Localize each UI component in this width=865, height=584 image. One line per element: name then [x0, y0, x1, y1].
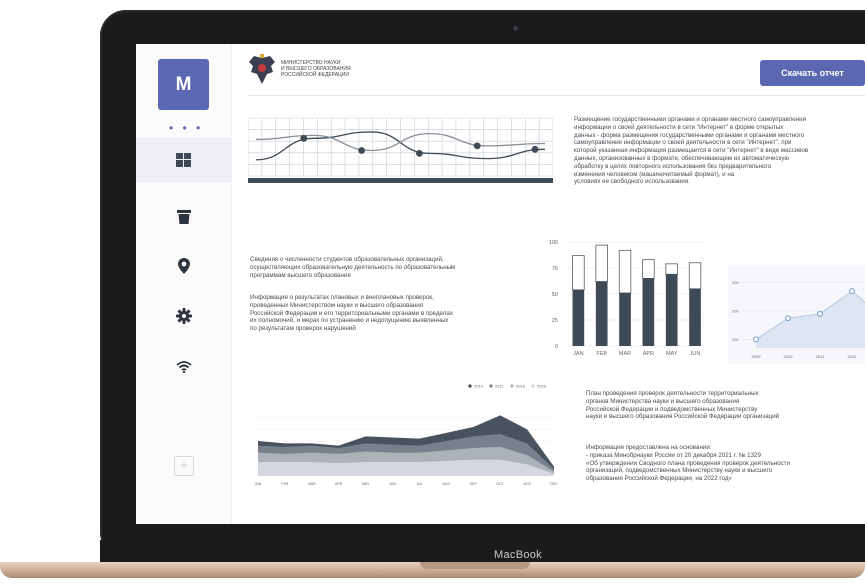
more-dots-icon[interactable]: • • •: [169, 121, 203, 135]
x-tick-label: 2012: [848, 354, 858, 359]
inspections-description: Информация о результатах плановых и внеп…: [250, 294, 453, 333]
x-tick-label: FEB: [281, 482, 289, 486]
monthly-bar-chart: 0 25 50 75 100 JAN FEB MAR APR MAY JUN: [549, 240, 706, 357]
camera-icon: [513, 26, 518, 31]
y-tick-label: 75: [552, 266, 558, 272]
bar-upper: [618, 249, 632, 294]
layered-area-chart: JAN FEB MAR APR MAY JUN JUL AUG SEP OCT NOV DEC 2014…: [255, 383, 559, 486]
y-tick-label: 50: [552, 292, 558, 298]
x-tick-label: OCT: [496, 482, 504, 486]
y-tick-label: 100: [549, 240, 558, 246]
trash-icon: [176, 209, 191, 224]
legend-label: 2011: [495, 383, 504, 388]
bar-upper: [642, 259, 655, 279]
bar-lower: [619, 292, 631, 346]
sidebar-item-location[interactable]: [136, 244, 231, 288]
x-tick-label: APR: [335, 482, 343, 486]
sidebar: M • • • +: [136, 44, 232, 524]
bar-lower: [665, 274, 678, 346]
legal-basis-description: Информация предоставлена на основании: - …: [586, 444, 790, 483]
students-description: Сведения о численности студентов образов…: [250, 256, 456, 279]
baseline-bar: [248, 178, 553, 183]
bar-upper: [595, 244, 608, 282]
x-tick-label: MAY: [362, 482, 370, 486]
data-point: [531, 145, 539, 153]
x-tick-label: JAN: [573, 351, 583, 357]
sidebar-item-network[interactable]: [136, 344, 231, 388]
x-tick-label: AUG: [442, 482, 450, 486]
download-report-button[interactable]: Скачать отчет: [760, 60, 865, 86]
add-button[interactable]: +: [174, 456, 194, 476]
x-tick-label: MAR: [619, 351, 631, 357]
header-divider: [248, 95, 865, 96]
legend-marker: [531, 384, 535, 388]
legend-label: 2016: [516, 383, 526, 388]
data-point: [300, 134, 308, 142]
data-point: [785, 315, 791, 322]
legend-marker: [510, 384, 514, 388]
brand-label: MacBook: [494, 549, 542, 561]
x-tick-label: JAN: [255, 482, 262, 486]
location-pin-icon: [177, 258, 190, 274]
laptop-notch: [420, 562, 530, 569]
legend-label: 2016: [537, 383, 547, 388]
x-tick-label: DEC: [550, 482, 558, 486]
app-screen: M • • • + МИНИСТЕРСТВО НАУКИ И ВЫСШЕГО О…: [136, 44, 865, 524]
y-tick-label: 25: [552, 318, 558, 324]
open-data-description: Размещение государственными органами и о…: [574, 116, 809, 186]
x-tick-label: NOV: [523, 482, 531, 486]
x-tick-label: 2010: [784, 354, 794, 359]
x-tick-label: JUN: [389, 482, 396, 486]
bar-lower: [689, 288, 701, 346]
legend-marker: [489, 384, 493, 388]
bar-upper: [665, 263, 678, 275]
area-layer: [258, 459, 554, 476]
wave-line-chart: [248, 117, 553, 183]
app-logo[interactable]: M: [158, 59, 209, 110]
data-point: [358, 147, 365, 154]
x-tick-label: APR: [643, 351, 654, 357]
wifi-icon: [175, 360, 192, 373]
gear-icon: [175, 308, 192, 324]
y-tick-label: 300: [732, 280, 739, 285]
data-point: [817, 310, 823, 317]
x-tick-label: MAR: [308, 482, 316, 486]
bar-upper: [572, 255, 585, 291]
sidebar-item-trash[interactable]: [136, 194, 231, 238]
bar-lower: [572, 289, 585, 346]
data-point: [473, 142, 481, 150]
y-tick-label: 200: [732, 309, 739, 314]
x-tick-label: SEP: [470, 482, 478, 486]
data-point: [849, 288, 855, 294]
yearly-area-chart: 100 200 300 2009 2010 2011 2012: [728, 266, 865, 364]
sidebar-item-settings[interactable]: [136, 294, 231, 338]
x-tick-label: JUN: [690, 351, 701, 357]
legend-label: 2014: [474, 383, 484, 388]
sidebar-item-dashboard[interactable]: [136, 138, 231, 182]
x-tick-label: 2009: [752, 354, 762, 359]
y-tick-label: 100: [732, 337, 739, 342]
y-tick-label: 0: [555, 344, 558, 350]
x-tick-label: MAY: [666, 351, 678, 357]
x-tick-label: FEB: [596, 351, 607, 357]
inspection-plan-description: План проведения проверок деятельности те…: [586, 390, 780, 421]
coat-of-arms-logo: [249, 54, 275, 84]
x-tick-label: JUL: [416, 482, 422, 486]
data-point: [753, 336, 759, 343]
bar-upper: [688, 262, 702, 290]
bar-lower: [595, 281, 608, 346]
x-tick-label: 2011: [816, 354, 825, 359]
legend-marker: [468, 384, 472, 388]
data-point: [416, 149, 423, 157]
dashboard-icon: [175, 153, 191, 167]
bar-lower: [642, 278, 655, 346]
ministry-name: Министерство науки и высшего образования…: [281, 60, 351, 78]
